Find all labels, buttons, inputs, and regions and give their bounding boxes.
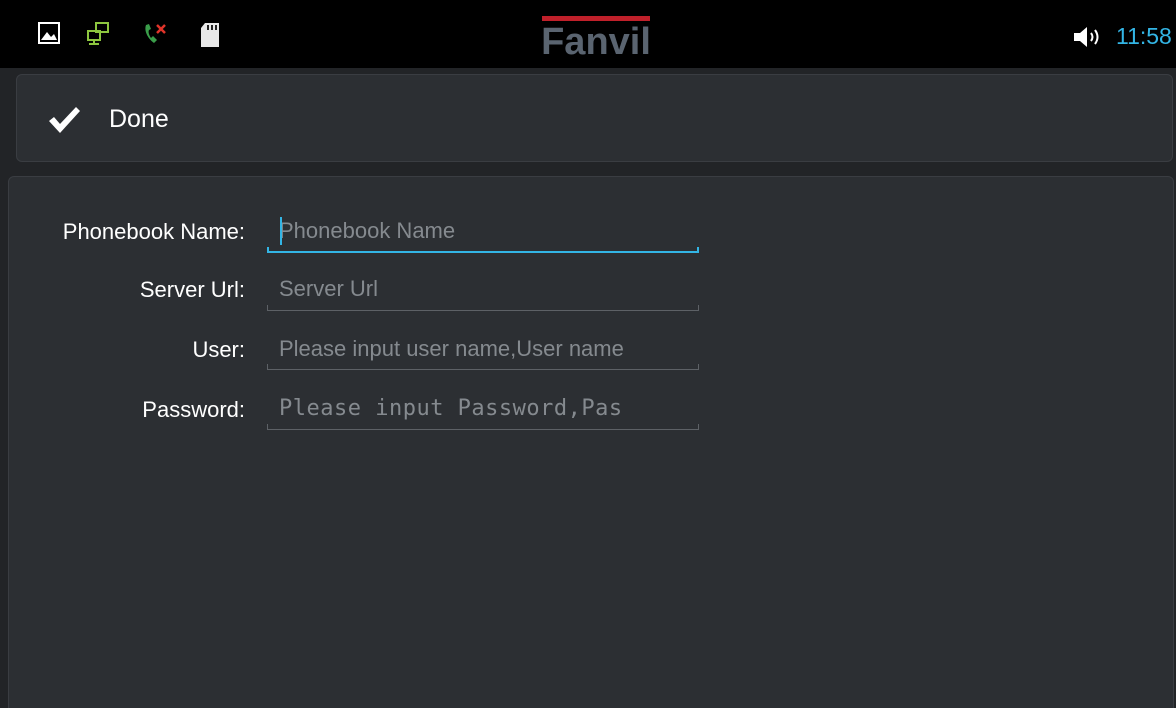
- volume-icon: [1072, 25, 1104, 54]
- password-input[interactable]: [267, 388, 699, 428]
- status-bar: Fanvil 11:58: [0, 0, 1176, 68]
- user-label: User:: [192, 337, 245, 362]
- server-url-underline: [267, 305, 699, 311]
- picture-icon: [38, 22, 60, 49]
- phonebook-name-underline: [267, 247, 699, 253]
- user-underline: [267, 364, 699, 370]
- missed-call-icon: [142, 22, 170, 51]
- password-underline: [267, 424, 699, 430]
- phonebook-name-label: Phonebook Name:: [62, 219, 245, 244]
- status-clock: 11:58: [1116, 23, 1172, 49]
- phonebook-name-input[interactable]: [267, 211, 699, 251]
- network-icon: [86, 22, 110, 51]
- server-url-input[interactable]: [267, 269, 699, 309]
- done-label: Done: [109, 105, 169, 133]
- server-url-label: Server Url:: [139, 277, 245, 302]
- done-button[interactable]: Done: [16, 74, 1173, 162]
- fanvil-logo: Fanvil: [528, 10, 664, 63]
- text-cursor: [280, 217, 282, 245]
- phonebook-form: Phonebook Name: Server Url: User: Passwo…: [8, 176, 1174, 708]
- user-input[interactable]: [267, 329, 699, 369]
- password-label: Password:: [142, 397, 245, 422]
- brand-text: Fanvil: [541, 21, 651, 60]
- sd-card-icon: [200, 22, 220, 53]
- phone-screen: Fanvil 11:58 Done Phonebook Name: Server: [0, 0, 1176, 708]
- checkmark-icon: [47, 105, 81, 140]
